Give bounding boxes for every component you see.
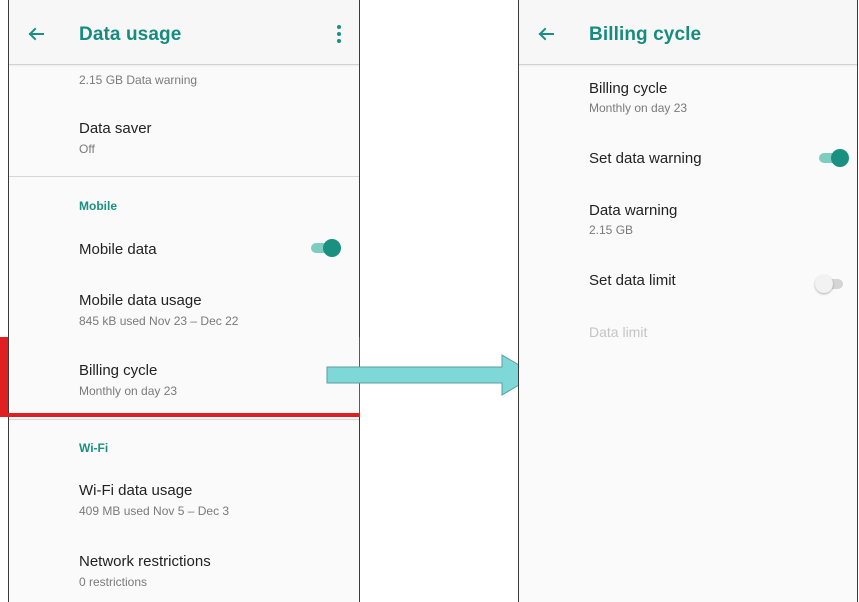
wifi-data-usage-title: Wi-Fi data usage	[79, 482, 193, 499]
app-bar: Data usage	[9, 0, 359, 65]
network-restrictions-summary: 0 restrictions	[79, 575, 148, 589]
set-data-limit-item[interactable]: Set data limit	[519, 260, 857, 304]
billing-cycle-title: Billing cycle	[79, 362, 158, 379]
data-warning-title: Data warning	[589, 202, 678, 219]
mobile-data-usage-title: Mobile data usage	[79, 292, 202, 309]
billing-cycle-item[interactable]: Billing cycle Monthly on day 23	[9, 352, 359, 406]
network-restrictions-title: Network restrictions	[79, 553, 211, 570]
data-limit-item: Data limit	[519, 312, 857, 356]
billing-cycle-screen: Billing cycle Billing cycle Monthly on d…	[518, 0, 858, 602]
set-data-limit-toggle[interactable]	[815, 273, 845, 293]
mobile-data-usage-summary: 845 kB used Nov 23 – Dec 22	[79, 314, 239, 328]
mobile-data-item[interactable]: Mobile data	[9, 226, 359, 272]
network-restrictions-item[interactable]: Network restrictions 0 restrictions	[9, 543, 359, 597]
data-limit-title: Data limit	[589, 324, 648, 340]
data-saver-title: Data saver	[79, 120, 152, 137]
data-warning-summary: 2.15 GB Data warning	[79, 73, 198, 87]
billing-cycle-summary: Monthly on day 23	[79, 384, 178, 398]
wifi-data-usage-summary: 409 MB used Nov 5 – Dec 3	[79, 504, 230, 518]
more-vert-icon[interactable]	[329, 22, 349, 46]
data-saver-item[interactable]: Data saver Off	[9, 110, 359, 164]
billing-cycle-item[interactable]: Billing cycle Monthly on day 23	[519, 72, 857, 126]
data-warning-summary: 2.15 GB	[589, 223, 634, 237]
set-data-warning-item[interactable]: Set data warning	[519, 138, 857, 182]
arrow-right-icon	[326, 354, 537, 396]
wifi-data-usage-item[interactable]: Wi-Fi data usage 409 MB used Nov 5 – Dec…	[9, 472, 359, 526]
mobile-category-header: Mobile	[79, 199, 117, 213]
set-data-warning-toggle[interactable]	[819, 147, 849, 167]
section-divider	[9, 176, 359, 177]
page-title: Data usage	[79, 24, 182, 45]
data-usage-screen: Data usage 2.15 GB Data warning Data sav…	[8, 0, 360, 602]
arrow-back-icon	[538, 27, 554, 41]
data-warning-item[interactable]: Data warning 2.15 GB	[519, 192, 857, 246]
back-button[interactable]	[23, 21, 49, 47]
set-data-warning-title: Set data warning	[589, 150, 702, 167]
wifi-category-header: Wi-Fi	[79, 441, 109, 455]
arrow-back-icon	[28, 27, 44, 41]
page-title: Billing cycle	[589, 24, 702, 45]
app-bar: Billing cycle	[519, 0, 857, 65]
set-data-limit-title: Set data limit	[589, 272, 676, 289]
billing-cycle-summary: Monthly on day 23	[589, 101, 688, 115]
highlight-bar	[0, 337, 8, 417]
data-saver-summary: Off	[79, 142, 95, 156]
billing-cycle-title: Billing cycle	[589, 80, 668, 97]
back-button[interactable]	[533, 21, 559, 47]
mobile-data-title: Mobile data	[79, 241, 157, 258]
mobile-data-toggle[interactable]	[311, 237, 341, 257]
mobile-data-usage-item[interactable]: Mobile data usage 845 kB used Nov 23 – D…	[9, 282, 359, 336]
section-divider	[9, 419, 359, 420]
